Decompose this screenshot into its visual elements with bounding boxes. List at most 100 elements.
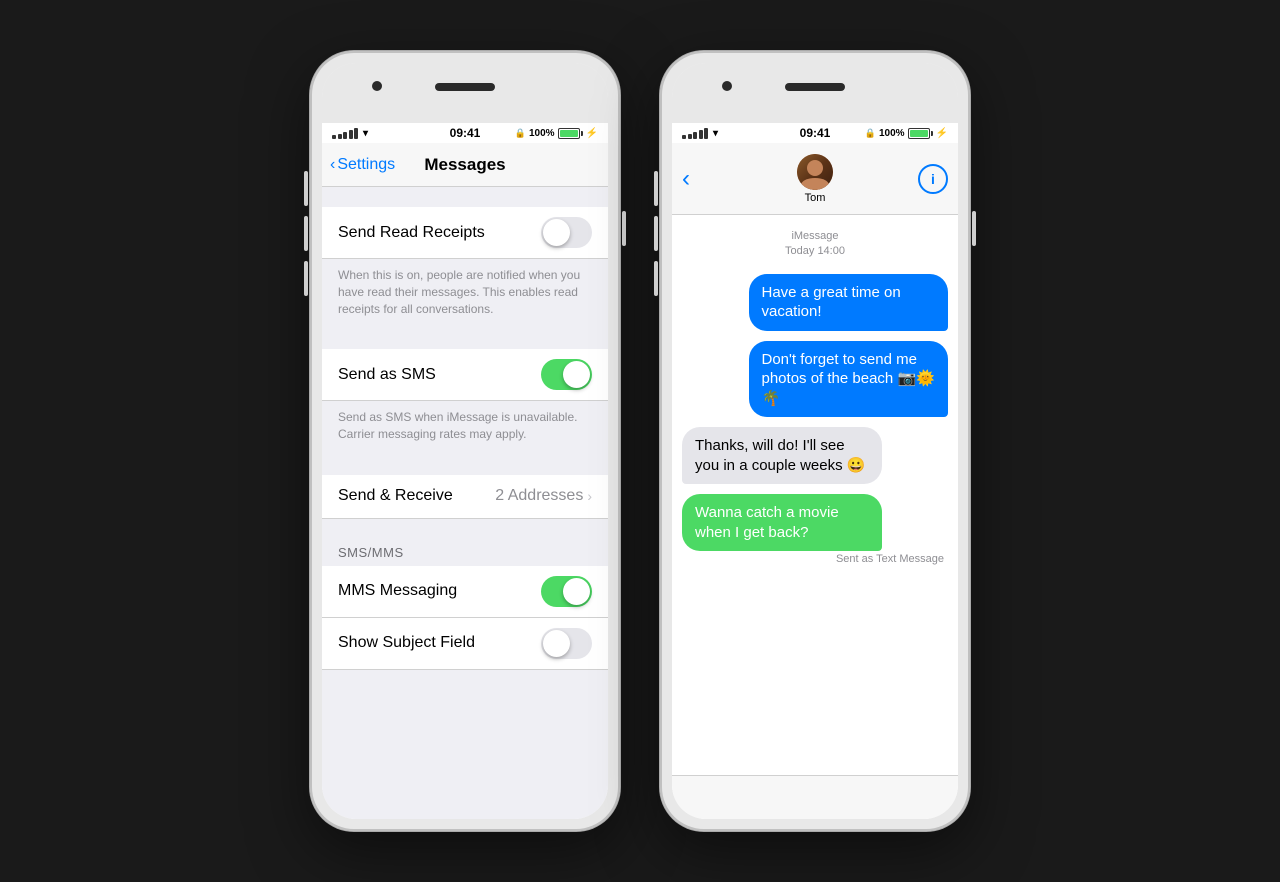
message-row-2: Thanks, will do! I'll see you in a coupl… bbox=[682, 427, 948, 484]
chat-area: iMessageToday 14:00 Have a great time on… bbox=[672, 215, 958, 775]
volume-up-button-right bbox=[654, 216, 658, 251]
rdot1 bbox=[682, 135, 686, 139]
settings-content: Send Read Receipts When this is on, peop… bbox=[322, 187, 608, 819]
signal-area-right: ▾ bbox=[682, 128, 718, 139]
toggle-knob bbox=[543, 219, 570, 246]
dot5 bbox=[354, 128, 358, 139]
battery-area-right: 🔒 100% ⚡ bbox=[865, 128, 948, 139]
bubble-3: Wanna catch a movie when I get back? bbox=[682, 494, 882, 551]
mms-messaging-toggle[interactable] bbox=[541, 576, 592, 607]
send-read-receipts-cell[interactable]: Send Read Receipts bbox=[322, 207, 608, 259]
speaker-right bbox=[785, 83, 845, 91]
signal-dots bbox=[332, 128, 358, 139]
mms-messaging-cell[interactable]: MMS Messaging bbox=[322, 566, 608, 618]
toggle-knob-mms bbox=[563, 578, 590, 605]
power-button-right bbox=[972, 211, 976, 246]
status-bar-left: ▾ 09:41 🔒 100% ⚡ bbox=[322, 123, 608, 143]
status-time-left: 09:41 bbox=[450, 126, 481, 140]
phone-hardware-top bbox=[322, 63, 608, 123]
spacer-3 bbox=[322, 519, 608, 539]
send-as-sms-desc: Send as SMS when iMessage is unavailable… bbox=[322, 401, 608, 455]
bubble-2: Thanks, will do! I'll see you in a coupl… bbox=[682, 427, 882, 484]
speaker bbox=[435, 83, 495, 91]
info-button[interactable]: i bbox=[918, 164, 948, 194]
lightning-icon-right: ⚡ bbox=[936, 128, 948, 139]
lightning-icon: ⚡ bbox=[586, 128, 598, 139]
right-phone: ▾ 09:41 🔒 100% ⚡ bbox=[660, 51, 970, 831]
chat-timestamp: iMessageToday 14:00 bbox=[682, 229, 948, 260]
mms-messaging-label: MMS Messaging bbox=[338, 582, 457, 600]
phone-hardware-top-right bbox=[672, 63, 958, 123]
message-row-3: Wanna catch a movie when I get back? Sen… bbox=[682, 494, 948, 565]
volume-down-button-right bbox=[654, 261, 658, 296]
lock-icon: 🔒 bbox=[515, 128, 526, 139]
rdot5 bbox=[704, 128, 708, 139]
addresses-value: 2 Addresses bbox=[495, 487, 583, 505]
sms-mms-header: SMS/MMS bbox=[322, 539, 608, 566]
send-as-sms-label: Send as SMS bbox=[338, 366, 436, 384]
nav-title-messages: Messages bbox=[424, 155, 505, 175]
front-camera bbox=[372, 81, 382, 91]
dot1 bbox=[332, 135, 336, 139]
volume-up-button bbox=[304, 216, 308, 251]
show-subject-toggle[interactable] bbox=[541, 628, 592, 659]
avatar-image bbox=[797, 154, 833, 190]
left-phone: ▾ 09:41 🔒 100% ⚡ bbox=[310, 51, 620, 831]
chat-input-bar[interactable] bbox=[672, 775, 958, 819]
show-subject-label: Show Subject Field bbox=[338, 634, 475, 652]
toggle-knob-subject bbox=[543, 630, 570, 657]
contact-info[interactable]: Tom bbox=[797, 154, 833, 204]
dot2 bbox=[338, 134, 342, 139]
nav-bar-settings: ‹ Settings Messages bbox=[322, 143, 608, 187]
bubble-1: Don't forget to send me photos of the be… bbox=[749, 341, 949, 418]
left-screen: ▾ 09:41 🔒 100% ⚡ bbox=[322, 123, 608, 819]
volume-down-button bbox=[304, 261, 308, 296]
battery-area-left: 🔒 100% ⚡ bbox=[515, 128, 598, 139]
battery-percent-right: 100% bbox=[879, 128, 905, 139]
battery-percent-left: 100% bbox=[529, 128, 555, 139]
contact-name: Tom bbox=[805, 192, 826, 204]
message-row-1: Don't forget to send me photos of the be… bbox=[682, 341, 948, 418]
status-time-right: 09:41 bbox=[800, 126, 831, 140]
right-screen: ▾ 09:41 🔒 100% ⚡ bbox=[672, 123, 958, 819]
status-bar-right: ▾ 09:41 🔒 100% ⚡ bbox=[672, 123, 958, 143]
avatar bbox=[797, 154, 833, 190]
battery-icon-left bbox=[558, 128, 583, 139]
toggle-knob-sms bbox=[563, 361, 590, 388]
rdot3 bbox=[693, 132, 697, 139]
mute-button bbox=[304, 171, 308, 206]
nav-bar-imessage: ‹ Tom i bbox=[672, 143, 958, 215]
mute-button-right bbox=[654, 171, 658, 206]
settings-back-button[interactable]: ‹ Settings bbox=[330, 156, 395, 174]
wifi-icon: ▾ bbox=[363, 128, 368, 139]
show-subject-cell[interactable]: Show Subject Field bbox=[322, 618, 608, 670]
imessage-back-button[interactable]: ‹ bbox=[682, 165, 712, 193]
wifi-icon-right: ▾ bbox=[713, 128, 718, 139]
spacer-1 bbox=[322, 329, 608, 349]
rdot2 bbox=[688, 134, 692, 139]
send-receive-cell[interactable]: Send & Receive 2 Addresses › bbox=[322, 475, 608, 519]
back-label: Settings bbox=[337, 156, 395, 174]
send-as-sms-toggle[interactable] bbox=[541, 359, 592, 390]
send-receive-value: 2 Addresses › bbox=[495, 487, 592, 505]
rdot4 bbox=[699, 130, 703, 139]
message-row-0: Have a great time on vacation! bbox=[682, 274, 948, 331]
sent-as-text: Sent as Text Message bbox=[682, 553, 948, 565]
spacer-2 bbox=[322, 455, 608, 475]
dot4 bbox=[349, 130, 353, 139]
signal-area: ▾ bbox=[332, 128, 368, 139]
bubble-0: Have a great time on vacation! bbox=[749, 274, 949, 331]
send-as-sms-cell[interactable]: Send as SMS bbox=[322, 349, 608, 401]
top-spacer bbox=[322, 187, 608, 207]
chevron-left-icon: ‹ bbox=[330, 156, 335, 174]
power-button bbox=[622, 211, 626, 246]
front-camera-right bbox=[722, 81, 732, 91]
battery-icon-right bbox=[908, 128, 933, 139]
info-icon: i bbox=[931, 171, 935, 187]
send-read-receipts-desc: When this is on, people are notified whe… bbox=[322, 259, 608, 329]
lock-icon-right: 🔒 bbox=[865, 128, 876, 139]
dot3 bbox=[343, 132, 347, 139]
chevron-right-icon: › bbox=[587, 488, 592, 504]
send-read-receipts-label: Send Read Receipts bbox=[338, 224, 485, 242]
send-read-receipts-toggle[interactable] bbox=[541, 217, 592, 248]
